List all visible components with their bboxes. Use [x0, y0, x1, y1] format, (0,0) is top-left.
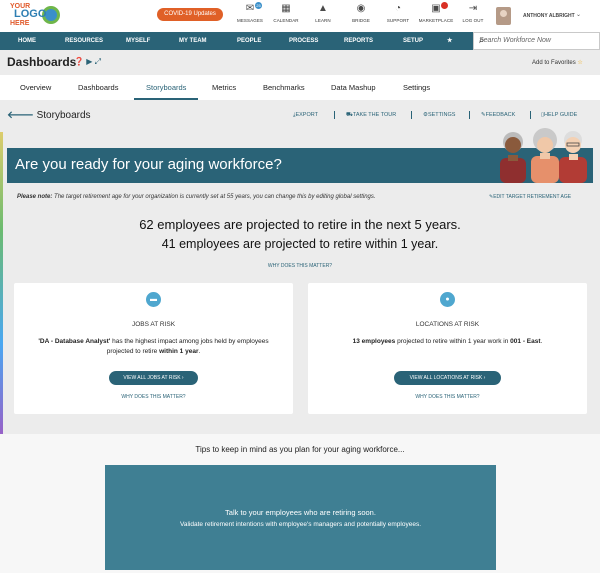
video-icon[interactable]: ▶	[86, 57, 92, 66]
view-all-jobs-at-risk-button[interactable]: VIEW ALL JOBS AT RISK ›	[109, 371, 198, 385]
locations-at-risk-card: ● LOCATIONS AT RISK 13 employees project…	[308, 283, 587, 414]
tab-overview[interactable]: Overview	[20, 75, 51, 100]
tab-benchmarks[interactable]: Benchmarks	[263, 75, 305, 100]
header-icons: ❓ ▶ ⤢	[74, 57, 101, 67]
nav-process[interactable]: PROCESS	[289, 32, 318, 50]
tab-settings[interactable]: Settings	[403, 75, 430, 100]
marketplace-badge	[441, 2, 448, 9]
divider	[469, 111, 470, 119]
logo-text-2: LOGO	[14, 8, 47, 20]
retirement-note: Please note: The target retirement age f…	[17, 194, 376, 200]
back-arrow-icon[interactable]: 🡐	[7, 110, 34, 121]
nav-myself[interactable]: MYSELF	[126, 32, 150, 50]
take-the-tour-button[interactable]: ⛟TAKE THE TOUR	[346, 112, 396, 119]
expand-icon[interactable]: ⤢	[95, 57, 101, 66]
support-icon: ◔	[394, 3, 402, 14]
card-body: 13 employees projected to retire within …	[352, 338, 543, 345]
add-to-favorites-label: Add to Favorites	[532, 60, 576, 66]
tab-data-mashup[interactable]: Data Mashup	[331, 75, 376, 100]
tab-dashboards[interactable]: Dashboards	[78, 75, 118, 100]
person-right-icon	[559, 131, 587, 183]
summary-line-1: 62 employees are projected to retire in …	[139, 217, 461, 232]
nav-reports[interactable]: REPORTS	[344, 32, 373, 50]
tab-bar: Overview Dashboards Storyboards Metrics …	[0, 75, 600, 100]
jobs-at-risk-card: ▬ JOBS AT RISK 'DA - Database Analyst' h…	[14, 283, 293, 414]
search-input[interactable]: Search Workforce Now ⌕	[473, 32, 600, 50]
tab-metrics[interactable]: Metrics	[212, 75, 236, 100]
tip-text: Validate retirement intentions with empl…	[179, 521, 422, 528]
learn-icon: ▲	[318, 3, 328, 14]
nav-resources[interactable]: RESOURCES	[65, 32, 103, 50]
nav-people[interactable]: PEOPLE	[237, 32, 261, 50]
briefcase-icon: ▬	[146, 292, 161, 307]
divider	[411, 111, 412, 119]
tip-title: Talk to your employees who are retiring …	[225, 508, 376, 517]
person-middle-icon	[531, 128, 559, 183]
avatar[interactable]	[496, 7, 511, 25]
divider	[530, 111, 531, 119]
why-does-this-matter-link[interactable]: WHY DOES THIS MATTER?	[0, 263, 600, 269]
calendar-icon: ▦	[281, 3, 291, 14]
export-button[interactable]: ⤓EXPORT	[293, 112, 318, 119]
nav-calendar[interactable]: ▦ CALENDAR	[268, 3, 304, 23]
chevron-down-icon[interactable]: ⌄	[576, 11, 581, 18]
nav-my-team[interactable]: MY TEAM	[179, 32, 207, 50]
covid-updates-button[interactable]: COVID-19 Updates	[157, 8, 223, 21]
help-icon[interactable]: ❓	[74, 57, 84, 66]
page-header: Dashboards ❓ ▶ ⤢ Add to Favorites ☆	[0, 50, 600, 75]
why-does-this-matter-link[interactable]: WHY DOES THIS MATTER?	[14, 394, 293, 400]
favorite-star-icon: ☆	[577, 60, 583, 66]
storyboard-title[interactable]: 🡐 Storyboards	[7, 109, 91, 121]
logo-text-3: HERE	[10, 20, 30, 27]
view-all-locations-at-risk-button[interactable]: VIEW ALL LOCATIONS AT RISK ›	[394, 371, 501, 385]
page-title: Dashboards	[7, 55, 77, 69]
user-name[interactable]: ANTHONY ALBRIGHT	[523, 13, 575, 19]
company-logo[interactable]: YOUR LOGO HERE	[10, 3, 60, 29]
search-icon[interactable]: ⌕	[479, 35, 595, 46]
summary-line-2: 41 employees are projected to retire wit…	[161, 237, 439, 251]
nav-setup[interactable]: SETUP	[403, 32, 423, 50]
nav-logout[interactable]: ⇥ LOG OUT	[455, 3, 491, 23]
card-title: LOCATIONS AT RISK	[415, 321, 480, 328]
nav-marketplace[interactable]: ▣ MARKETPLACE	[418, 2, 454, 23]
tip-card: Talk to your employees who are retiring …	[105, 465, 496, 570]
help-guide-button[interactable]: ▯HELP GUIDE	[541, 112, 577, 118]
nav-home[interactable]: HOME	[18, 32, 36, 50]
settings-button[interactable]: ⚙SETTINGS	[423, 112, 455, 118]
top-header: YOUR LOGO HERE COVID-19 Updates ✉ 25 MES…	[0, 0, 600, 32]
nav-bridge[interactable]: ◉ BRIDGE	[343, 3, 379, 23]
divider	[334, 111, 335, 119]
tips-heading: Tips to keep in mind as you plan for you…	[195, 445, 405, 454]
location-pin-icon: ●	[440, 292, 455, 307]
favorites-star-icon[interactable]: ★	[447, 32, 452, 50]
tab-storyboards[interactable]: Storyboards	[134, 75, 199, 100]
feedback-button[interactable]: ✎FEEDBACK	[481, 112, 515, 118]
card-body: 'DA - Database Analyst' has the highest …	[38, 338, 269, 355]
senior-people-illustration	[500, 128, 587, 183]
banner-title: Are you ready for your aging workforce?	[15, 156, 282, 173]
nav-learn[interactable]: ▲ LEARN	[305, 3, 341, 23]
logout-icon: ⇥	[468, 3, 478, 14]
messages-badge: 25	[255, 2, 262, 9]
card-title: JOBS AT RISK	[131, 321, 176, 328]
nav-support[interactable]: ◔ SUPPORT	[380, 3, 416, 23]
person-left-icon	[500, 132, 526, 183]
why-does-this-matter-link[interactable]: WHY DOES THIS MATTER?	[308, 394, 587, 400]
add-to-favorites[interactable]: Add to Favorites ☆	[532, 59, 583, 66]
bridge-icon: ◉	[356, 3, 366, 14]
edit-target-retirement-age-link[interactable]: ✎EDIT TARGET RETIREMENT AGE	[489, 194, 571, 200]
nav-messages[interactable]: ✉ 25 MESSAGES	[232, 2, 268, 23]
